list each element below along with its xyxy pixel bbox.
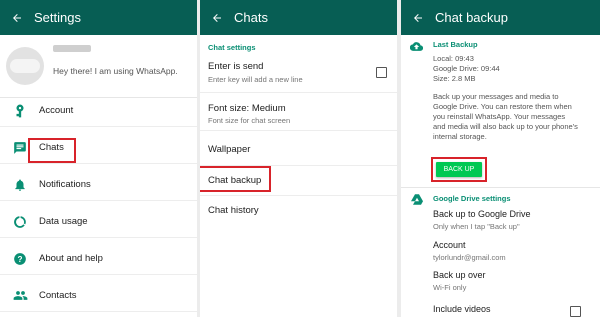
svg-text:?: ? bbox=[18, 254, 23, 263]
bell-icon bbox=[12, 177, 28, 193]
menu-label: Contacts bbox=[39, 290, 77, 301]
sidebar-item-about-help[interactable]: ? About and help bbox=[0, 243, 197, 275]
menu-label: About and help bbox=[39, 253, 103, 264]
include-videos-checkbox[interactable] bbox=[570, 306, 581, 317]
setting-title: Wallpaper bbox=[208, 144, 251, 155]
setting-backup-to-drive[interactable]: Back up to Google Drive Only when I tap … bbox=[401, 205, 600, 237]
setting-title: Enter is send bbox=[208, 61, 264, 72]
setting-title: Chat history bbox=[208, 205, 259, 216]
menu-label: Data usage bbox=[39, 216, 88, 227]
profile-status: Hey there! I am using WhatsApp. bbox=[53, 66, 178, 76]
contacts-icon bbox=[12, 288, 28, 304]
setting-title: Font size: Medium bbox=[208, 103, 286, 114]
setting-subtitle: tylorlundr@gmail.com bbox=[433, 253, 506, 262]
setting-title: Account bbox=[433, 240, 466, 250]
sidebar-item-notifications[interactable]: Notifications bbox=[0, 169, 197, 201]
settings-panel: Settings Hey there! I am using WhatsApp.… bbox=[0, 0, 197, 317]
setting-subtitle: Wi-Fi only bbox=[433, 283, 467, 292]
setting-subtitle: Enter key will add a new line bbox=[208, 75, 303, 84]
sidebar-item-contacts[interactable]: Contacts bbox=[0, 280, 197, 312]
setting-title: Back up to Google Drive bbox=[433, 209, 531, 219]
divider bbox=[401, 187, 600, 188]
data-usage-icon bbox=[12, 214, 28, 230]
setting-subtitle: Font size for chat screen bbox=[208, 116, 291, 125]
setting-wallpaper[interactable]: Wallpaper bbox=[200, 131, 397, 166]
menu-label: Account bbox=[39, 105, 74, 116]
setting-account[interactable]: Account tylorlundr@gmail.com bbox=[401, 237, 600, 267]
page-title: Chat backup bbox=[435, 10, 508, 25]
setting-title: Back up over bbox=[433, 270, 486, 280]
settings-appbar: Settings bbox=[0, 0, 197, 35]
highlight-box bbox=[200, 166, 271, 192]
avatar[interactable] bbox=[6, 47, 44, 85]
profile-name-blurred bbox=[53, 45, 91, 52]
page-title: Settings bbox=[34, 10, 81, 25]
setting-backup-over[interactable]: Back up over Wi-Fi only bbox=[401, 267, 600, 297]
backup-local-time: Local: 09:43 bbox=[433, 54, 474, 63]
page-title: Chats bbox=[234, 10, 268, 25]
section-header: Google Drive settings bbox=[433, 194, 511, 203]
setting-title: Include videos bbox=[433, 304, 491, 314]
menu-label: Notifications bbox=[39, 179, 91, 190]
backup-description-line: you reinstall WhatsApp. Your messages bbox=[433, 112, 566, 121]
highlight-box bbox=[431, 157, 487, 182]
backup-description-line: internal storage. bbox=[433, 132, 487, 141]
setting-enter-is-send[interactable]: Enter is send Enter key will add a new l… bbox=[200, 55, 397, 93]
sidebar-item-data-usage[interactable]: Data usage bbox=[0, 206, 197, 238]
section-header: Chat settings bbox=[208, 43, 256, 52]
sidebar-item-account[interactable]: Account bbox=[0, 95, 197, 127]
backup-description-line: and media will also back up to your phon… bbox=[433, 122, 578, 131]
back-arrow-icon[interactable] bbox=[210, 11, 224, 25]
back-arrow-icon[interactable] bbox=[10, 11, 24, 25]
setting-font-size[interactable]: Font size: Medium Font size for chat scr… bbox=[200, 93, 397, 131]
chats-appbar: Chats bbox=[200, 0, 397, 35]
chats-panel: Chats Chat settings Enter is send Enter … bbox=[200, 0, 397, 317]
backup-size: Size: 2.8 MB bbox=[433, 74, 476, 83]
setting-include-videos[interactable]: Include videos bbox=[401, 301, 600, 317]
backup-description-line: Back up your messages and media to bbox=[433, 92, 559, 101]
setting-chat-history[interactable]: Chat history bbox=[200, 196, 397, 226]
backup-description-line: Google Drive. You can restore them when bbox=[433, 102, 572, 111]
highlight-box bbox=[28, 138, 76, 163]
key-icon bbox=[12, 103, 28, 119]
chat-backup-appbar: Chat backup bbox=[401, 0, 600, 35]
chat-backup-panel: Chat backup Last Backup Local: 09:43 Goo… bbox=[401, 0, 600, 317]
backup-drive-time: Google Drive: 09:44 bbox=[433, 64, 500, 73]
chat-icon bbox=[12, 140, 28, 156]
cloud-upload-icon bbox=[409, 39, 424, 57]
enter-is-send-checkbox[interactable] bbox=[376, 67, 387, 78]
setting-subtitle: Only when I tap "Back up" bbox=[433, 222, 520, 231]
section-header: Last Backup bbox=[433, 40, 478, 49]
back-arrow-icon[interactable] bbox=[411, 11, 425, 25]
help-icon: ? bbox=[12, 251, 28, 267]
